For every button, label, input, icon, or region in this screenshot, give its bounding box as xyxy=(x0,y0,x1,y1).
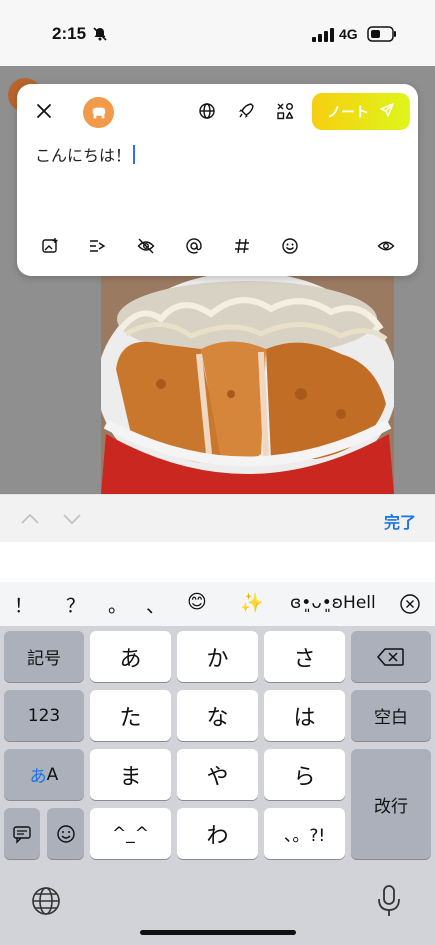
note-text: こんにちは！ xyxy=(35,146,132,165)
comment-icon xyxy=(12,824,32,844)
kana-key-ka[interactable]: か xyxy=(177,631,258,682)
kana-key-wa[interactable]: わ xyxy=(177,808,258,859)
text-caret xyxy=(133,145,136,164)
signal-icon xyxy=(312,27,334,42)
note-post-button[interactable]: ノート xyxy=(312,93,410,130)
suggestion-item[interactable]: ！ xyxy=(14,591,33,618)
status-bar: 2:15 4G xyxy=(0,0,435,66)
note-text-input[interactable]: こんにちは！ xyxy=(35,142,136,166)
eye-off-icon[interactable] xyxy=(137,237,155,255)
hash-icon[interactable] xyxy=(233,237,251,255)
suggestion-item[interactable]: ✨ xyxy=(240,591,264,614)
emoji-keyboard-icon xyxy=(56,824,76,844)
kaomoji-key[interactable]: ^_^ xyxy=(90,808,171,859)
kana-key-ra[interactable]: ら xyxy=(264,749,345,800)
home-indicator xyxy=(140,930,296,935)
kana-key-ma[interactable]: ま xyxy=(90,749,171,800)
avatar[interactable] xyxy=(83,97,114,128)
image-add-icon[interactable] xyxy=(41,237,59,255)
numbers-key[interactable]: 123 xyxy=(4,690,84,741)
hiragana-mode-label: あ xyxy=(29,767,47,787)
emoji-icon[interactable] xyxy=(281,237,299,255)
return-key[interactable]: 改行 xyxy=(351,749,431,859)
kana-key-sa[interactable]: さ xyxy=(264,631,345,682)
kana-key-ta[interactable]: た xyxy=(90,690,171,741)
punctuation-key[interactable]: 、。?! xyxy=(264,808,345,859)
backspace-key[interactable] xyxy=(351,631,431,682)
chevron-up-icon[interactable] xyxy=(20,509,40,529)
suggestion-item[interactable]: ɞ•͈ᴗ•͈ʚHell xyxy=(290,593,376,613)
silent-bell-icon xyxy=(92,26,108,42)
note-post-label: ノート xyxy=(327,104,369,121)
emoji-key[interactable] xyxy=(47,808,84,859)
backspace-icon xyxy=(377,647,405,667)
symbols-key[interactable]: 記号 xyxy=(4,631,84,682)
suggestion-item[interactable]: 、 xyxy=(146,591,165,618)
keyboard-accessory-bar: 完了 xyxy=(0,494,435,542)
close-icon[interactable] xyxy=(35,102,53,120)
status-time: 2:15 xyxy=(52,24,87,43)
poll-icon[interactable] xyxy=(88,237,106,255)
kana-key-ha[interactable]: は xyxy=(264,690,345,741)
kana-key-na[interactable]: な xyxy=(177,690,258,741)
note-composer: ノート こんにちは！ xyxy=(17,84,418,276)
food-photo xyxy=(101,274,394,494)
comment-key[interactable] xyxy=(4,808,40,859)
keyboard-globe-icon[interactable] xyxy=(30,885,62,917)
alphabet-mode-label: A xyxy=(46,764,59,785)
battery-icon xyxy=(367,26,397,42)
keyboard-spacer xyxy=(0,542,435,582)
suggestion-item[interactable]: 😊 xyxy=(187,591,207,613)
microphone-icon[interactable] xyxy=(376,884,402,918)
kana-key-ya[interactable]: や xyxy=(177,749,258,800)
suggestion-bar: ！ ？ 。 、 😊 ✨ ɞ•͈ᴗ•͈ʚHell xyxy=(0,582,435,626)
suggestion-item[interactable]: ？ xyxy=(66,591,85,618)
rocket-icon[interactable] xyxy=(237,102,255,120)
send-icon xyxy=(379,102,395,122)
network-type: 4G xyxy=(339,26,358,42)
eye-icon[interactable] xyxy=(377,237,395,255)
space-key[interactable]: 空白 xyxy=(351,690,431,741)
kana-key-a[interactable]: あ xyxy=(90,631,171,682)
globe-icon[interactable] xyxy=(198,102,216,120)
close-suggestions-icon[interactable] xyxy=(399,593,421,615)
at-icon[interactable] xyxy=(185,237,203,255)
suggestion-item[interactable]: 。 xyxy=(108,591,127,618)
chevron-down-icon[interactable] xyxy=(62,509,82,529)
input-mode-key[interactable]: あA xyxy=(4,749,84,800)
shapes-icon[interactable] xyxy=(276,102,294,120)
done-button[interactable]: 完了 xyxy=(384,509,416,533)
